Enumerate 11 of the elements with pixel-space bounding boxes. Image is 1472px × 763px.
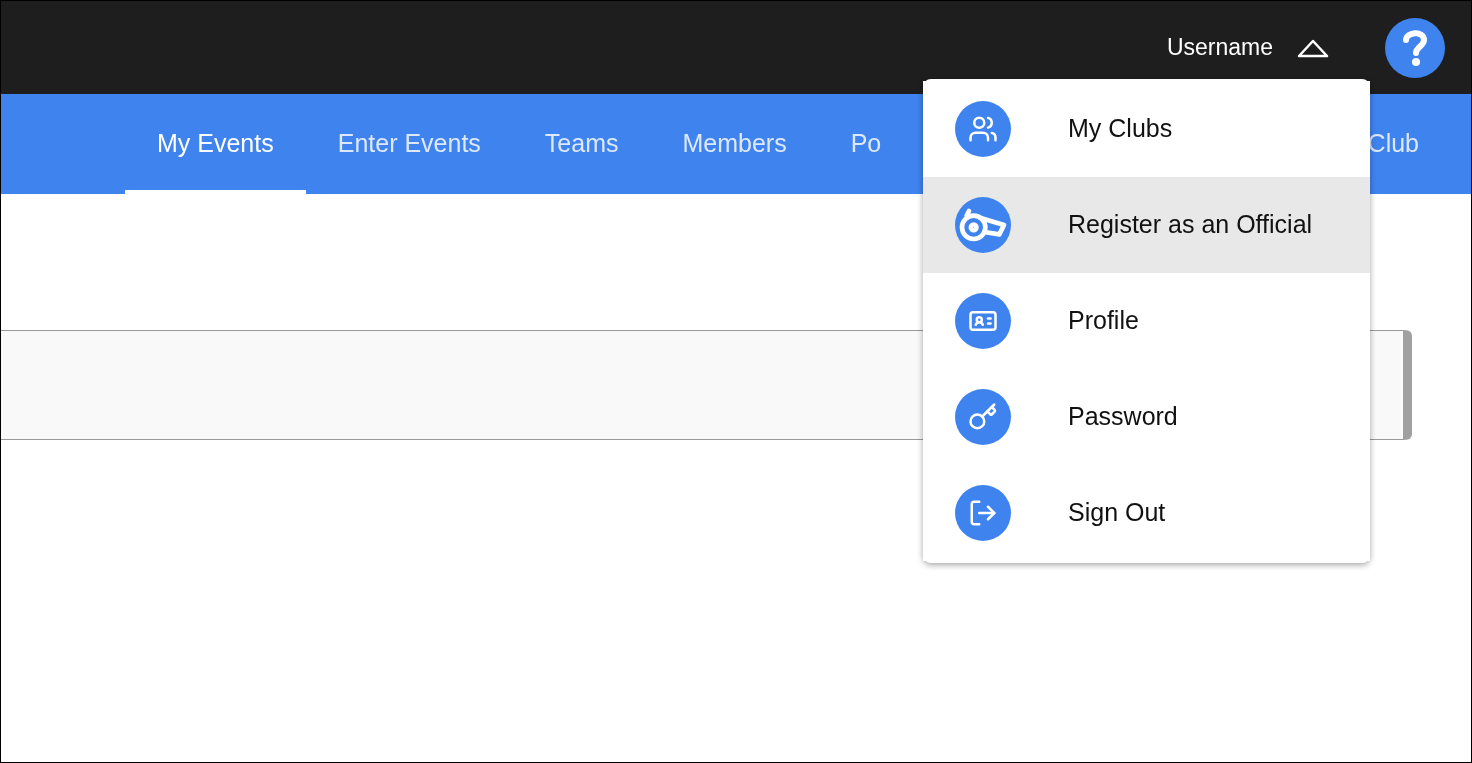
- username-button[interactable]: Username: [1166, 30, 1329, 65]
- menu-item[interactable]: Sign Out: [923, 465, 1370, 561]
- menu-item[interactable]: Register as an Official: [923, 177, 1370, 273]
- menu-item[interactable]: My Clubs: [923, 81, 1370, 177]
- nav-tab[interactable]: My Events: [125, 94, 306, 194]
- help-icon: [1402, 28, 1428, 67]
- people-group-icon: [968, 114, 998, 144]
- menu-item[interactable]: Password: [923, 369, 1370, 465]
- key-icon: [968, 402, 998, 432]
- sign-out-icon: [968, 498, 998, 528]
- menu-item[interactable]: Profile: [923, 273, 1370, 369]
